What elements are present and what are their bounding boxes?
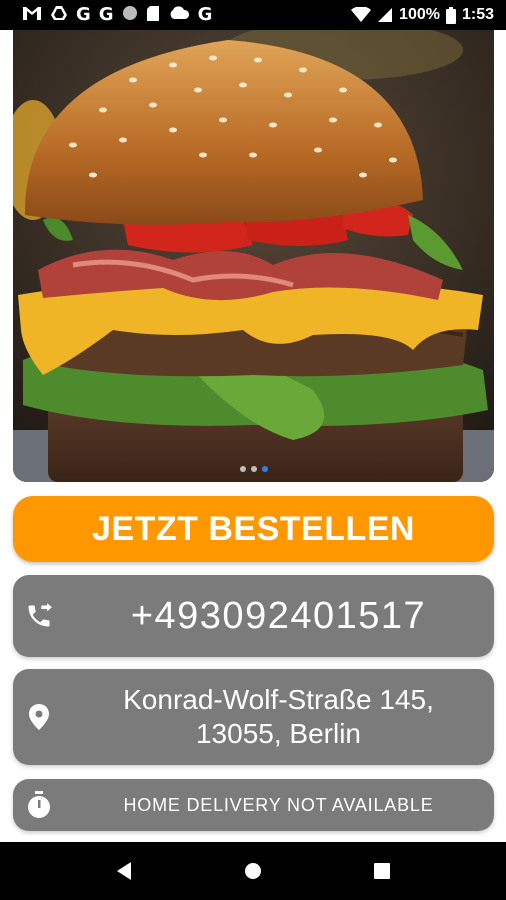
- back-button[interactable]: [104, 851, 144, 891]
- address-text: Konrad-Wolf-Straße 145, 13055, Berlin: [73, 669, 484, 765]
- burger-photo: [13, 30, 494, 482]
- navigation-bar: [0, 842, 506, 900]
- phone-card[interactable]: +493092401517: [13, 575, 494, 657]
- record-icon: [122, 5, 138, 25]
- cloud-icon: [168, 6, 190, 24]
- home-button[interactable]: [233, 851, 273, 891]
- google-icon: G: [197, 4, 213, 25]
- recents-button[interactable]: [362, 851, 402, 891]
- sd-card-icon: [146, 5, 160, 26]
- address-line-1: Konrad-Wolf-Straße 145,: [123, 684, 434, 715]
- phone-number: +493092401517: [130, 594, 427, 637]
- delivery-status: HOME DELIVERY NOT AVAILABLE: [123, 794, 434, 815]
- gmail-icon: [22, 5, 42, 25]
- google-icon: G: [98, 4, 114, 25]
- address-line-2: 13055, Berlin: [195, 718, 361, 749]
- wifi-icon: [351, 7, 372, 23]
- battery-icon: [445, 6, 456, 24]
- address-card[interactable]: Konrad-Wolf-Straße 145, 13055, Berlin: [13, 669, 494, 765]
- status-bar: G G G 100% 1:53: [0, 0, 506, 30]
- carousel-dot[interactable]: [250, 466, 257, 472]
- drive-icon: [50, 5, 68, 25]
- signal-icon: [377, 7, 393, 23]
- system-status: 100% 1:53: [351, 6, 494, 24]
- order-now-button[interactable]: JETZT BESTELLEN: [13, 496, 494, 562]
- clock: 1:53: [461, 6, 494, 23]
- phone-forward-icon: [24, 601, 54, 631]
- battery-percent: 100%: [399, 6, 440, 23]
- carousel-dot-active[interactable]: [261, 466, 268, 472]
- recents-icon: [373, 863, 390, 879]
- carousel-indicators: [239, 466, 268, 472]
- home-icon: [244, 863, 261, 879]
- stopwatch-icon: [24, 790, 54, 820]
- notification-icons: G G G: [22, 5, 212, 26]
- delivery-status-card: HOME DELIVERY NOT AVAILABLE: [13, 779, 494, 831]
- carousel-dot[interactable]: [239, 466, 246, 472]
- image-carousel[interactable]: [13, 30, 494, 482]
- google-icon: G: [76, 4, 91, 25]
- location-pin-icon: [24, 702, 54, 732]
- back-icon: [117, 862, 132, 880]
